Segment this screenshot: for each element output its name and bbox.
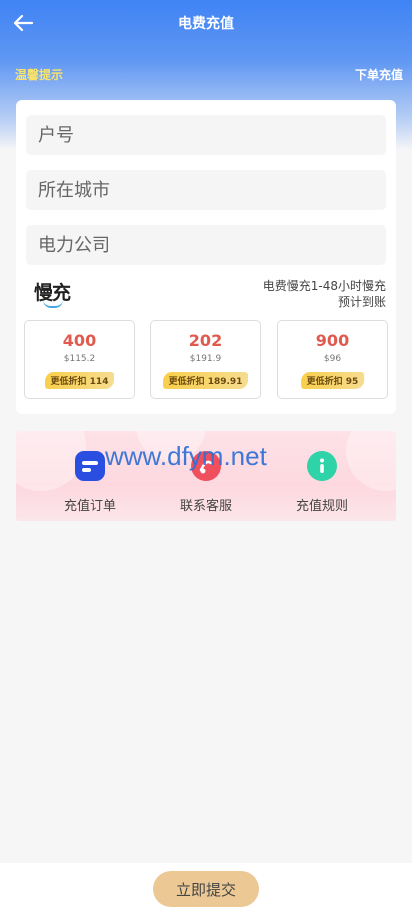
charge-mode-description: 电费慢充1-48小时慢充 预计到账 <box>263 278 386 310</box>
discount-badge: 更低折扣 114 <box>44 372 115 389</box>
mode-desc-line1: 电费慢充1-48小时慢充 <box>262 279 386 293</box>
amount-option[interactable]: 202 $191.9 更低折扣 189.91 <box>150 320 261 399</box>
recharge-form-card: 慢充 电费慢充1-48小时慢充 预计到账 400 $115.2 更低折扣 114… <box>16 100 396 414</box>
submit-button[interactable]: 立即提交 <box>153 871 259 907</box>
order-icon <box>75 451 105 481</box>
amount-option[interactable]: 900 $96 更低折扣 95 <box>277 320 388 399</box>
amount-value: 900 <box>315 331 350 350</box>
info-icon <box>307 451 337 481</box>
amount-price: $191.9 <box>189 354 222 364</box>
watermark: www.dfym.net <box>105 441 267 471</box>
city-input[interactable] <box>26 170 386 210</box>
service-label: 联系客服 <box>179 499 232 514</box>
discount-badge: 更低折扣 95 <box>300 372 365 389</box>
back-button[interactable] <box>8 8 38 38</box>
service-label: 充值订单 <box>63 499 116 514</box>
discount-badge: 更低折扣 189.91 <box>162 372 249 389</box>
arrow-left-icon <box>13 14 33 32</box>
notice-bar: 温馨提示 下单充值 <box>0 66 412 86</box>
account-number-input[interactable] <box>26 115 386 155</box>
amount-option[interactable]: 400 $115.2 更低折扣 114 <box>24 320 135 399</box>
power-company-input[interactable] <box>26 225 386 265</box>
page-title: 电费充值 <box>178 16 234 32</box>
bottom-bar: 立即提交 <box>0 863 412 915</box>
smile-arc-icon <box>43 300 63 308</box>
top-bar: 电费充值 <box>0 0 412 46</box>
notice-marquee: 下单充值 <box>355 68 404 82</box>
amount-price: $96 <box>323 354 342 364</box>
amount-value: 202 <box>188 331 223 350</box>
notice-label: 温馨提示 <box>15 68 64 82</box>
recharge-rules-button[interactable]: 充值规则 <box>267 431 377 521</box>
amount-price: $115.2 <box>63 354 96 364</box>
slow-charge-logo: 慢充 <box>34 278 74 308</box>
service-label: 充值规则 <box>295 499 348 514</box>
mode-desc-line2: 预计到账 <box>337 295 386 309</box>
amount-value: 400 <box>62 331 97 350</box>
